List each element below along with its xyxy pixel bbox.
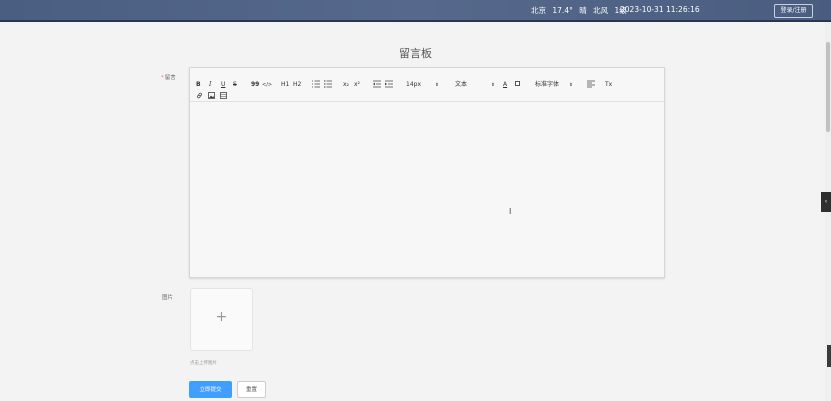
- chevron-updown-icon: ⬍: [435, 83, 439, 88]
- font-size-select[interactable]: 14px ⬍: [406, 81, 439, 89]
- reset-button[interactable]: 重置: [237, 381, 266, 398]
- rich-text-editor: [189, 67, 665, 278]
- indent-icon[interactable]: [385, 80, 393, 88]
- image-label: 图片: [162, 295, 174, 301]
- font-size-value: 14px: [406, 81, 421, 88]
- outdent-icon[interactable]: [373, 80, 381, 88]
- message-label: *留言: [161, 73, 176, 81]
- image-upload-box[interactable]: +: [190, 288, 253, 351]
- header1-icon[interactable]: H1: [281, 81, 289, 89]
- chevron-updown-icon: ⬍: [569, 83, 573, 88]
- weather-temperature: 17.4°: [552, 6, 573, 15]
- message-label-text: 留言: [164, 75, 176, 81]
- weather-wind: 北风: [593, 6, 609, 15]
- align-icon[interactable]: [587, 80, 595, 88]
- subscript-icon[interactable]: x₂: [343, 81, 349, 89]
- required-mark: *: [161, 75, 164, 81]
- font-color-icon[interactable]: A: [503, 81, 507, 89]
- current-datetime: 2023-10-31 11:26:16: [620, 5, 700, 14]
- weather-condition: 晴: [579, 6, 587, 15]
- header-select-value: 文本: [455, 81, 468, 88]
- chevron-updown-icon: ⬍: [491, 83, 495, 88]
- weather-city: 北京: [531, 6, 546, 15]
- clean-format-icon[interactable]: Tx: [605, 81, 612, 89]
- weather-info: 北京 17.4° 晴 北风 1级: [531, 5, 631, 16]
- upload-hint: 点击上传图片: [190, 361, 217, 366]
- blockquote-icon[interactable]: 99: [251, 81, 259, 89]
- strike-icon[interactable]: S: [233, 81, 237, 89]
- page-title: 留言板: [399, 47, 432, 60]
- plus-icon: +: [215, 309, 228, 325]
- video-icon[interactable]: [220, 92, 227, 100]
- side-panel-tab[interactable]: [827, 345, 831, 367]
- bold-icon[interactable]: B: [196, 81, 201, 89]
- italic-icon[interactable]: I: [209, 81, 211, 89]
- scrollbar-thumb[interactable]: [826, 42, 830, 132]
- header-select[interactable]: 文本 ⬍: [455, 81, 495, 89]
- image-icon[interactable]: [208, 92, 215, 100]
- text-cursor-icon: I: [509, 207, 512, 216]
- underline-icon[interactable]: U: [221, 81, 225, 89]
- top-bar: 北京 17.4° 晴 北风 1级 2023-10-31 11:26:16 登录/…: [0, 0, 831, 22]
- login-register-button[interactable]: 登录/注册: [774, 4, 813, 18]
- ordered-list-icon[interactable]: [312, 80, 320, 88]
- superscript-icon[interactable]: x²: [354, 81, 360, 89]
- bullet-list-icon[interactable]: [324, 80, 332, 88]
- submit-button[interactable]: 立即提交: [189, 381, 232, 398]
- background-color-icon[interactable]: [515, 81, 520, 86]
- chevron-left-icon: ‹: [824, 198, 828, 205]
- header2-icon[interactable]: H2: [293, 81, 301, 89]
- font-family-value: 标准字体: [535, 81, 560, 88]
- editor-content-area[interactable]: [190, 103, 664, 277]
- code-icon[interactable]: </>: [262, 81, 272, 89]
- font-family-select[interactable]: 标准字体 ⬍: [535, 81, 573, 89]
- side-toggle-tab[interactable]: ‹: [821, 192, 831, 212]
- link-icon[interactable]: [196, 92, 203, 100]
